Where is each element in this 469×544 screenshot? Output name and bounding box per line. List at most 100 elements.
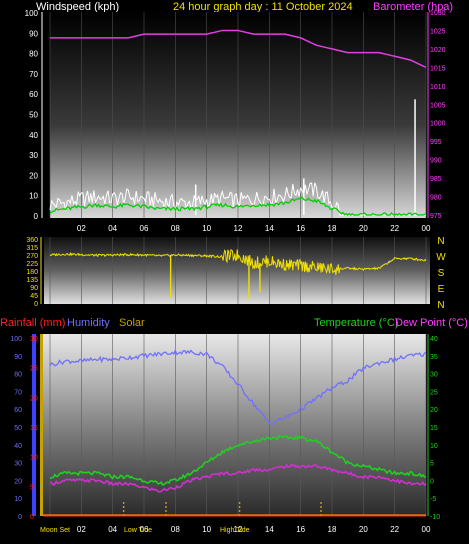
wind-direction-panel: 04590135180225270315360 NWSEN xyxy=(26,236,446,311)
humidity-tick-label: 90 xyxy=(14,354,22,361)
compass-letter: S xyxy=(438,268,445,279)
rainfall-tick-label: 5 xyxy=(30,484,34,491)
temperature-tick-label: 20 xyxy=(430,407,438,414)
barometer-tick-label: 995 xyxy=(430,139,442,146)
humidity-tick-label: 50 xyxy=(14,425,22,432)
barometer-tick-label: 1015 xyxy=(430,65,446,72)
compass-letter: N xyxy=(437,300,444,311)
panel1-x-tick-label: 10 xyxy=(202,224,211,233)
moon-set-label: Moon Set xyxy=(40,527,70,534)
panel3-x-tick-label: 16 xyxy=(296,525,305,534)
barometer-tick-label: 990 xyxy=(430,158,442,165)
rainfall-tick-label: 30 xyxy=(30,336,38,343)
panel3-x-tick-label: 22 xyxy=(390,525,399,534)
panel3-x-tick-label: 02 xyxy=(77,525,86,534)
panel1-x-tick-label: 18 xyxy=(328,224,337,233)
rainfall-tick-label: 25 xyxy=(30,366,38,373)
weather-graph-canvas: Windspeed (kph) 24 hour graph day : 11 O… xyxy=(0,1,468,534)
direction-tick-label: 90 xyxy=(30,285,38,292)
temperature-tick-label: 25 xyxy=(430,389,438,396)
panel2-left-ticks: 04590135180225270315360 xyxy=(26,237,42,308)
temperature-tick-label: 30 xyxy=(430,372,438,379)
windspeed-tick-label: 80 xyxy=(29,50,38,59)
panel1-x-tick-label: 22 xyxy=(390,224,399,233)
temperature-tick-label: -10 xyxy=(430,514,440,521)
low-tide-label: Low Tide xyxy=(124,527,152,534)
panel1-x-tick-label: 14 xyxy=(265,224,274,233)
dewpoint-axis-title: Dew Point (°C) xyxy=(395,317,468,329)
windspeed-tick-label: 50 xyxy=(29,111,38,120)
rainfall-tick-label: 20 xyxy=(30,395,38,402)
wind-barometer-panel: 0102030405060708090100 97598098599099510… xyxy=(25,9,446,233)
humidity-tick-label: 100 xyxy=(10,336,22,343)
temperature-humidity-panel: 0102030405060708090100051015202530-10-50… xyxy=(10,334,440,534)
temperature-axis-title: Temperature (°C) xyxy=(314,317,398,329)
windspeed-tick-label: 70 xyxy=(29,70,38,79)
humidity-tick-label: 0 xyxy=(18,514,22,521)
temperature-tick-label: -5 xyxy=(430,496,436,503)
barometer-tick-label: 980 xyxy=(430,195,442,202)
panel3-x-tick-label: 00 xyxy=(422,525,431,534)
panel1-x-tick-label: 00 xyxy=(422,224,431,233)
humidity-tick-label: 10 xyxy=(14,496,22,503)
direction-tick-label: 135 xyxy=(26,277,38,284)
barometer-tick-label: 1025 xyxy=(430,28,446,35)
rainfall-axis-title: Rainfall (mm) xyxy=(0,317,65,329)
temperature-tick-label: 40 xyxy=(430,336,438,343)
direction-tick-label: 315 xyxy=(26,245,38,252)
compass-letter: W xyxy=(436,252,446,263)
barometer-tick-label: 1030 xyxy=(430,10,446,17)
rainfall-tick-label: 15 xyxy=(30,425,38,432)
barometer-tick-label: 1005 xyxy=(430,102,446,109)
windspeed-tick-label: 20 xyxy=(29,171,38,180)
high-tide-label: High Tide xyxy=(220,527,250,534)
panel3-x-tick-label: 20 xyxy=(359,525,368,534)
panel1-x-tick-label: 20 xyxy=(359,224,368,233)
barometer-tick-label: 985 xyxy=(430,176,442,183)
rainfall-tick-label: 0 xyxy=(30,514,34,521)
humidity-tick-label: 30 xyxy=(14,461,22,468)
windspeed-tick-label: 40 xyxy=(29,131,38,140)
humidity-axis-title: Humidity xyxy=(67,317,110,329)
panel3-background xyxy=(40,334,426,516)
windspeed-tick-label: 60 xyxy=(29,90,38,99)
panel1-x-tick-label: 06 xyxy=(140,224,149,233)
panel1-x-ticks: 02 04 06 08 10 12 14 16 18 20 22 00 xyxy=(77,224,431,233)
panel3-x-tick-label: 14 xyxy=(265,525,274,534)
barometer-tick-label: 975 xyxy=(430,213,442,220)
direction-tick-label: 45 xyxy=(30,293,38,300)
barometer-tick-label: 1010 xyxy=(430,84,446,91)
panel3-x-ticks: 02 04 06 08 10 12 14 16 18 20 22 00Moon Set Low Tide… xyxy=(40,525,431,534)
panel2-background xyxy=(44,237,430,304)
panel1-left-ticks: 0 10 20 30 40 50 60 70 80 90 100 xyxy=(25,9,43,221)
humidity-tick-label: 20 xyxy=(14,478,22,485)
barometer-tick-label: 1020 xyxy=(430,47,446,54)
compass-letters: NWSEN xyxy=(436,236,446,311)
panel1-x-tick-label: 16 xyxy=(296,224,305,233)
windspeed-tick-label: 0 xyxy=(34,212,39,221)
rainfall-tick-label: 10 xyxy=(30,455,38,462)
panel3-x-tick-label: 04 xyxy=(108,525,117,534)
compass-letter: E xyxy=(438,284,445,295)
panel1-x-tick-label: 02 xyxy=(77,224,86,233)
temperature-tick-label: 35 xyxy=(430,354,438,361)
panel1-right-ticks: 975 980 985 990 995 1000 1005 1010 1015 1020 1025 1… xyxy=(427,10,446,220)
windspeed-tick-label: 90 xyxy=(29,29,38,38)
humidity-tick-label: 60 xyxy=(14,407,22,414)
panel1-x-tick-label: 08 xyxy=(171,224,180,233)
direction-tick-label: 225 xyxy=(26,261,38,268)
humidity-tick-label: 80 xyxy=(14,372,22,379)
direction-tick-label: 270 xyxy=(26,253,38,260)
panel3-x-tick-label: 08 xyxy=(171,525,180,534)
direction-tick-label: 360 xyxy=(26,237,38,244)
temperature-tick-label: 10 xyxy=(430,443,438,450)
humidity-tick-label: 70 xyxy=(14,389,22,396)
solar-axis-bar xyxy=(40,334,43,516)
compass-letter: N xyxy=(437,236,444,247)
windspeed-tick-label: 10 xyxy=(29,192,38,201)
solar-axis-title: Solar xyxy=(119,317,145,329)
humidity-tick-label: 40 xyxy=(14,443,22,450)
barometer-tick-label: 1000 xyxy=(430,121,446,128)
panel3-x-tick-label: 10 xyxy=(202,525,211,534)
direction-tick-label: 0 xyxy=(34,301,38,308)
